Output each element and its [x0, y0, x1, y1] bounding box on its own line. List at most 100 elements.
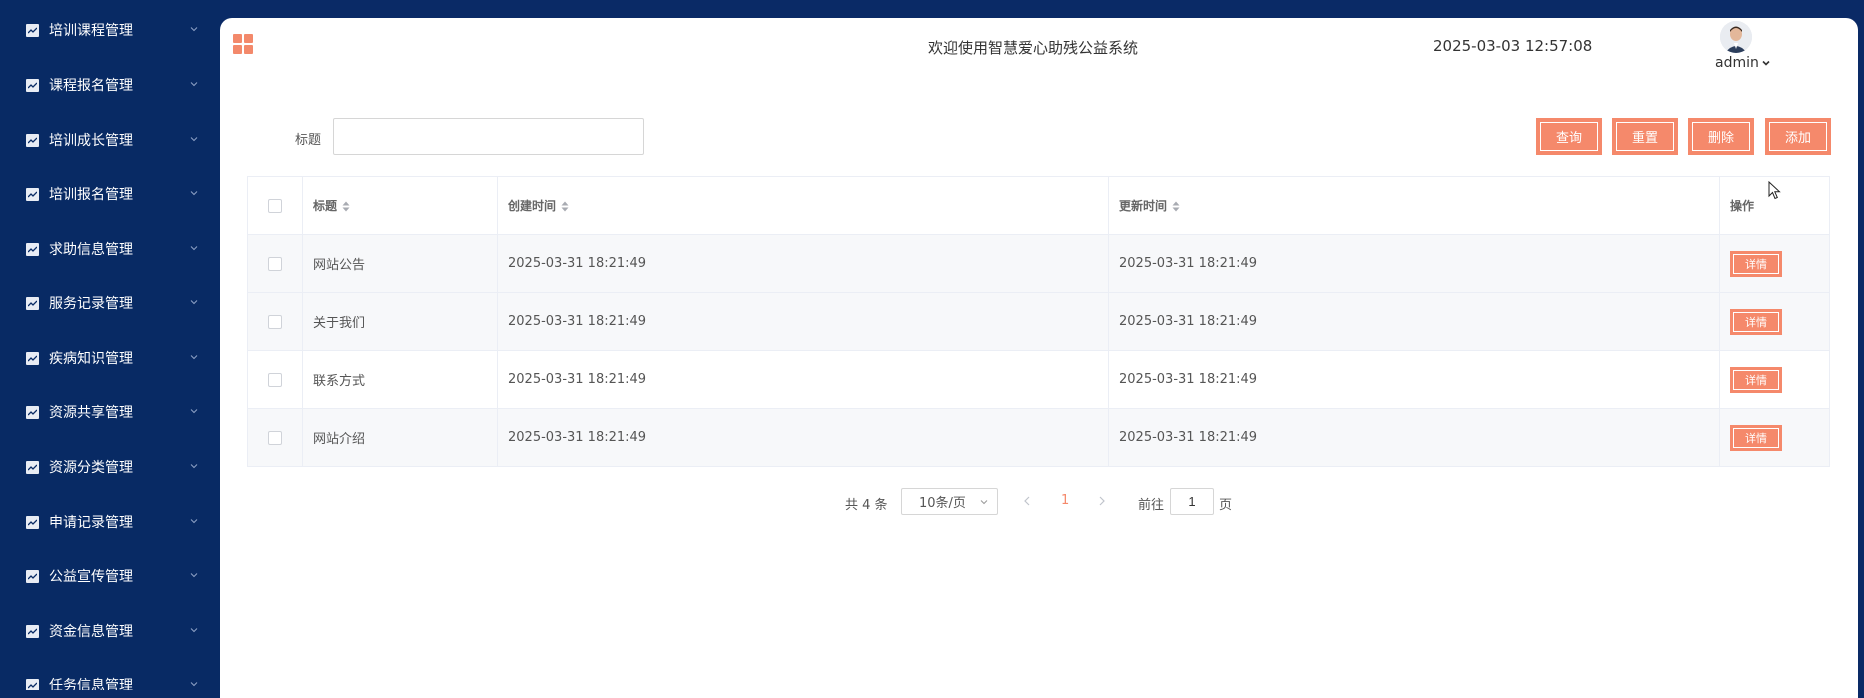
- sidebar-item-disease-knowledge[interactable]: 疾病知识管理: [0, 338, 220, 378]
- delete-button[interactable]: 删除: [1688, 118, 1754, 155]
- cell-title: 关于我们: [302, 292, 498, 351]
- sidebar-item-label: 培训课程管理: [49, 23, 133, 39]
- cell-actions: 详情: [1719, 292, 1830, 351]
- sidebar: 培训课程管理 课程报名管理 培训成长管理 培训报名管理 求助信息管理 服务记录管…: [0, 0, 220, 690]
- chevron-down-icon: [190, 628, 198, 633]
- sidebar-item-label: 培训报名管理: [49, 187, 133, 203]
- chart-icon: [26, 78, 39, 92]
- detail-button[interactable]: 详情: [1730, 366, 1782, 393]
- reset-button[interactable]: 重置: [1612, 118, 1678, 155]
- chevron-down-icon: [190, 82, 198, 87]
- chart-icon: [26, 515, 39, 529]
- chevron-down-icon: [190, 137, 198, 142]
- select-all-cell: [247, 176, 303, 235]
- add-button[interactable]: 添加: [1765, 118, 1831, 155]
- sidebar-item-label: 服务记录管理: [49, 296, 133, 312]
- sidebar-item-public-welfare[interactable]: 公益宣传管理: [0, 556, 220, 596]
- sidebar-item-label: 申请记录管理: [49, 515, 133, 531]
- chart-icon: [26, 296, 39, 310]
- row-checkbox[interactable]: [268, 372, 282, 387]
- grid-icon[interactable]: [233, 34, 255, 56]
- detail-button[interactable]: 详情: [1730, 250, 1782, 277]
- prev-page-icon[interactable]: [1022, 495, 1032, 507]
- sidebar-item-course-enrollment[interactable]: 课程报名管理: [0, 65, 220, 105]
- chart-icon: [26, 187, 39, 201]
- chart-icon: [26, 242, 39, 256]
- cell-actions: 详情: [1719, 234, 1830, 293]
- cell-title: 网站公告: [302, 234, 498, 293]
- page-size-value: 10条/页: [919, 496, 966, 511]
- chevron-down-icon: [190, 464, 198, 469]
- column-header-created[interactable]: 创建时间: [497, 176, 1109, 235]
- data-table: 标题 创建时间 更新时间 操作 网站公告 2025-03-31 18:21:49…: [247, 176, 1830, 467]
- sidebar-item-label: 课程报名管理: [49, 78, 133, 94]
- detail-button[interactable]: 详情: [1730, 424, 1782, 451]
- username: admin: [1715, 55, 1759, 71]
- sidebar-item-label: 求助信息管理: [49, 242, 133, 258]
- title-search-input[interactable]: [333, 118, 644, 155]
- chevron-down-icon: [190, 519, 198, 524]
- user-menu[interactable]: admin: [1715, 55, 1770, 71]
- table-row: 网站公告 2025-03-31 18:21:49 2025-03-31 18:2…: [247, 234, 1830, 293]
- sidebar-item-application-records[interactable]: 申请记录管理: [0, 502, 220, 542]
- sort-icon[interactable]: [1172, 201, 1180, 212]
- search-label: 标题: [295, 133, 322, 148]
- detail-button[interactable]: 详情: [1730, 308, 1782, 335]
- sidebar-item-training-enrollment[interactable]: 培训报名管理: [0, 174, 220, 214]
- cell-actions: 详情: [1719, 408, 1830, 467]
- row-checkbox[interactable]: [268, 314, 282, 329]
- row-checkbox[interactable]: [268, 256, 282, 271]
- sidebar-item-task-info[interactable]: 任务信息管理: [0, 665, 220, 690]
- sort-icon[interactable]: [342, 201, 350, 212]
- chart-icon: [26, 460, 39, 474]
- cell-updated: 2025-03-31 18:21:49: [1108, 408, 1720, 467]
- row-select-cell: [247, 350, 303, 409]
- column-header-updated[interactable]: 更新时间: [1108, 176, 1720, 235]
- next-page-icon[interactable]: [1097, 495, 1107, 507]
- chevron-down-icon: [190, 409, 198, 414]
- current-page-number[interactable]: 1: [1061, 493, 1069, 508]
- sidebar-item-fund-info[interactable]: 资金信息管理: [0, 611, 220, 651]
- sidebar-item-label: 疾病知识管理: [49, 351, 133, 367]
- table-row: 关于我们 2025-03-31 18:21:49 2025-03-31 18:2…: [247, 292, 1830, 351]
- query-button[interactable]: 查询: [1536, 118, 1602, 155]
- column-label: 更新时间: [1119, 199, 1168, 213]
- chart-icon: [26, 351, 39, 365]
- sidebar-item-label: 资金信息管理: [49, 624, 133, 640]
- table-row: 网站介绍 2025-03-31 18:21:49 2025-03-31 18:2…: [247, 408, 1830, 467]
- row-select-cell: [247, 292, 303, 351]
- row-checkbox[interactable]: [268, 430, 282, 445]
- chart-icon: [26, 405, 39, 419]
- sort-icon[interactable]: [561, 201, 569, 212]
- page-title: 欢迎使用智慧爱心助残公益系统: [928, 39, 1139, 57]
- sidebar-item-label: 培训成长管理: [49, 133, 133, 149]
- page-jump-input[interactable]: [1170, 488, 1214, 515]
- goto-label: 前往: [1138, 498, 1165, 513]
- cell-title: 网站介绍: [302, 408, 498, 467]
- column-label: 操作: [1730, 199, 1755, 213]
- chart-icon: [26, 23, 39, 37]
- chevron-down-icon: [190, 300, 198, 305]
- chevron-down-icon: [190, 27, 198, 32]
- sidebar-item-help-requests[interactable]: 求助信息管理: [0, 229, 220, 269]
- sidebar-item-label: 任务信息管理: [49, 678, 133, 690]
- chevron-down-icon: [190, 355, 198, 360]
- page-size-select[interactable]: 10条/页: [901, 488, 998, 515]
- sidebar-item-training-courses[interactable]: 培训课程管理: [0, 10, 220, 50]
- sidebar-item-service-records[interactable]: 服务记录管理: [0, 283, 220, 323]
- column-label: 创建时间: [508, 199, 557, 213]
- cell-updated: 2025-03-31 18:21:49: [1108, 234, 1720, 293]
- select-all-checkbox[interactable]: [268, 198, 282, 213]
- chevron-down-icon: [190, 191, 198, 196]
- sidebar-item-resource-sharing[interactable]: 资源共享管理: [0, 392, 220, 432]
- sidebar-item-training-growth[interactable]: 培训成长管理: [0, 120, 220, 160]
- chevron-down-icon: [190, 246, 198, 251]
- table-row: 联系方式 2025-03-31 18:21:49 2025-03-31 18:2…: [247, 350, 1830, 409]
- chart-icon: [26, 133, 39, 147]
- cell-title: 联系方式: [302, 350, 498, 409]
- avatar[interactable]: [1720, 21, 1752, 53]
- sidebar-item-resource-categories[interactable]: 资源分类管理: [0, 447, 220, 487]
- table-header-row: 标题 创建时间 更新时间 操作: [247, 176, 1830, 235]
- column-header-title[interactable]: 标题: [302, 176, 498, 235]
- chart-icon: [26, 678, 39, 690]
